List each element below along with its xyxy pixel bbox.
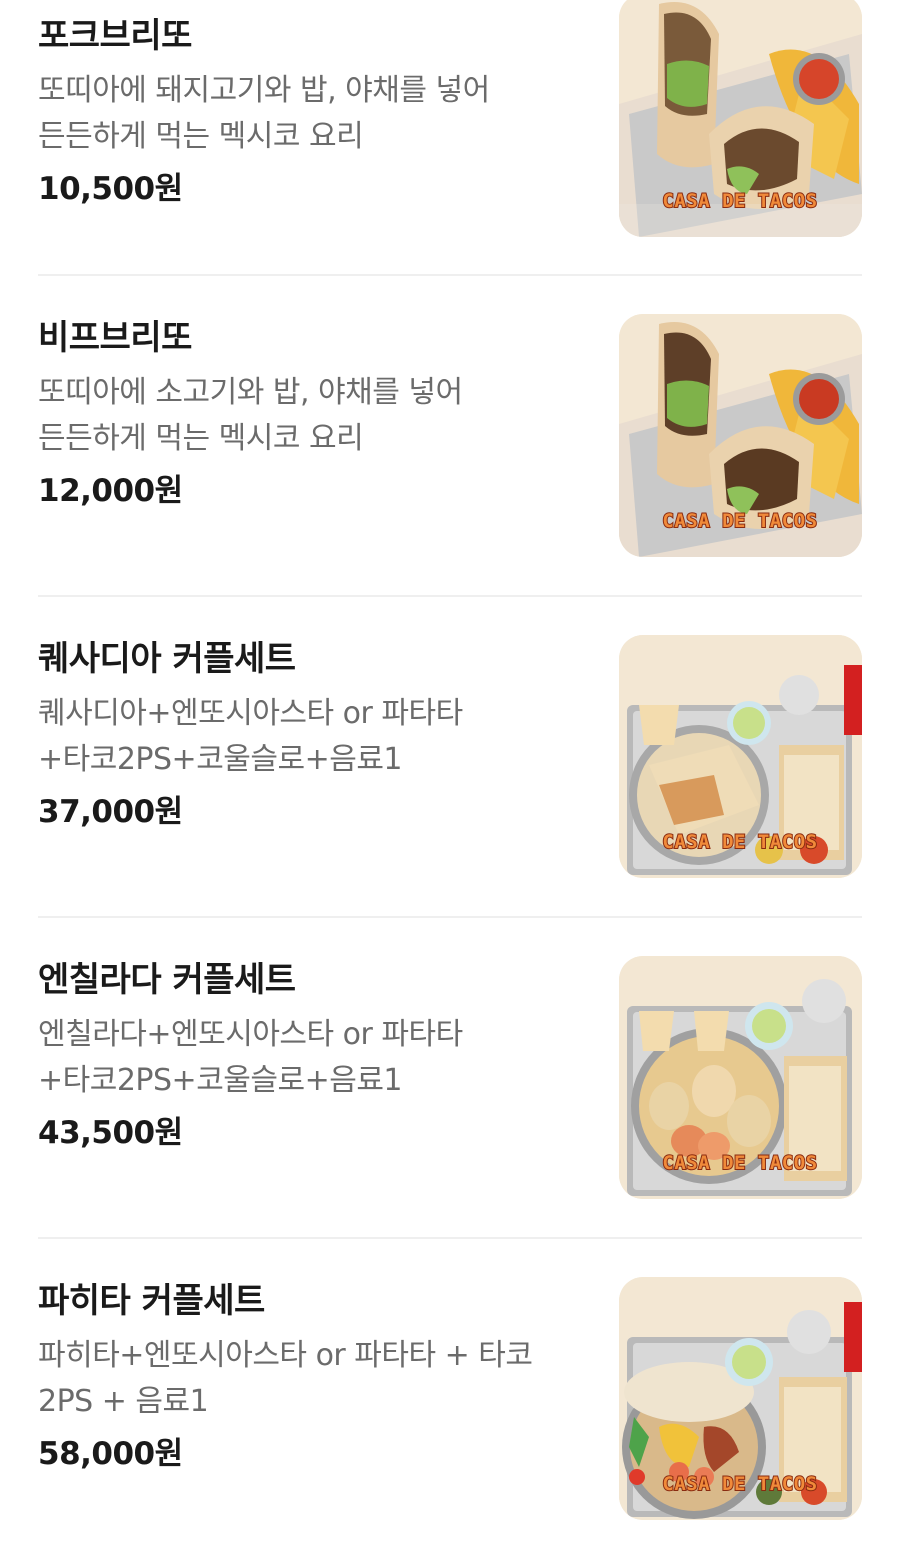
menu-item-photo[interactable]: CASA DE TACOS (619, 314, 862, 557)
menu-item-fajita-couple-set[interactable]: 파히타 커플세트 파히타+엔또시아스타 or 파타타 + 타코 2PS + 음료… (38, 1239, 862, 1560)
menu-item-quesadilla-couple-set[interactable]: 퀘사디아 커플세트 퀘사디아+엔또시아스타 or 파타타+타코2PS+코울슬로+… (38, 597, 862, 918)
menu-item-price: 12,000원 (38, 473, 183, 509)
menu-item-name: 포크브리또 (38, 16, 192, 56)
menu-item-info: 퀘사디아 커플세트 퀘사디아+엔또시아스타 or 파타타+타코2PS+코울슬로+… (38, 635, 578, 835)
brand-logo-text: CASA DE TACOS (662, 510, 817, 532)
menu-item-description: 엔칠라다+엔또시아스타 or 파타타+타코2PS+코울슬로+음료1 (38, 1017, 463, 1098)
menu-item-price: 10,500원 (38, 171, 183, 207)
menu-item-description: 또띠아에 소고기와 밥, 야채를 넣어 든든하게 먹는 멕시코 요리 (38, 375, 463, 456)
brand-logo-text: CASA DE TACOS (662, 1152, 817, 1174)
menu-list: 포크브리또 또띠아에 돼지고기와 밥, 야채를 넣어 든든하게 먹는 멕시코 요… (0, 0, 900, 1560)
menu-item-name: 파히타 커플세트 (38, 1281, 265, 1321)
menu-item-price: 43,500원 (38, 1115, 183, 1151)
menu-item-price: 58,000원 (38, 1436, 183, 1472)
menu-item-name: 퀘사디아 커플세트 (38, 639, 296, 679)
menu-item-price: 37,000원 (38, 794, 183, 830)
brand-logo-text: CASA DE TACOS (662, 1473, 817, 1495)
brand-logo-text: CASA DE TACOS (662, 831, 817, 853)
menu-item-name: 엔칠라다 커플세트 (38, 960, 296, 1000)
menu-item-info: 비프브리또 또띠아에 소고기와 밥, 야채를 넣어 든든하게 먹는 멕시코 요리… (38, 314, 578, 514)
menu-item-info: 포크브리또 또띠아에 돼지고기와 밥, 야채를 넣어 든든하게 먹는 멕시코 요… (38, 12, 578, 212)
menu-item-photo[interactable]: CASA DE TACOS (619, 0, 862, 237)
menu-item-enchilada-couple-set[interactable]: 엔칠라다 커플세트 엔칠라다+엔또시아스타 or 파타타+타코2PS+코울슬로+… (38, 918, 862, 1239)
menu-item-photo[interactable]: CASA DE TACOS (619, 956, 862, 1199)
brand-logo-text: CASA DE TACOS (662, 190, 817, 212)
menu-item-name: 비프브리또 (38, 318, 192, 358)
menu-item-info: 엔칠라다 커플세트 엔칠라다+엔또시아스타 or 파타타+타코2PS+코울슬로+… (38, 956, 578, 1156)
menu-item-description: 파히타+엔또시아스타 or 파타타 + 타코 2PS + 음료1 (38, 1338, 533, 1419)
menu-item-info: 파히타 커플세트 파히타+엔또시아스타 or 파타타 + 타코 2PS + 음료… (38, 1277, 578, 1477)
menu-item-photo[interactable]: CASA DE TACOS (619, 1277, 862, 1520)
menu-item-description: 퀘사디아+엔또시아스타 or 파타타+타코2PS+코울슬로+음료1 (38, 696, 463, 777)
menu-item-pork-burrito[interactable]: 포크브리또 또띠아에 돼지고기와 밥, 야채를 넣어 든든하게 먹는 멕시코 요… (38, 0, 862, 276)
menu-item-photo[interactable]: CASA DE TACOS (619, 635, 862, 878)
menu-item-description: 또띠아에 돼지고기와 밥, 야채를 넣어 든든하게 먹는 멕시코 요리 (38, 73, 490, 154)
menu-item-beef-burrito[interactable]: 비프브리또 또띠아에 소고기와 밥, 야채를 넣어 든든하게 먹는 멕시코 요리… (38, 276, 862, 597)
